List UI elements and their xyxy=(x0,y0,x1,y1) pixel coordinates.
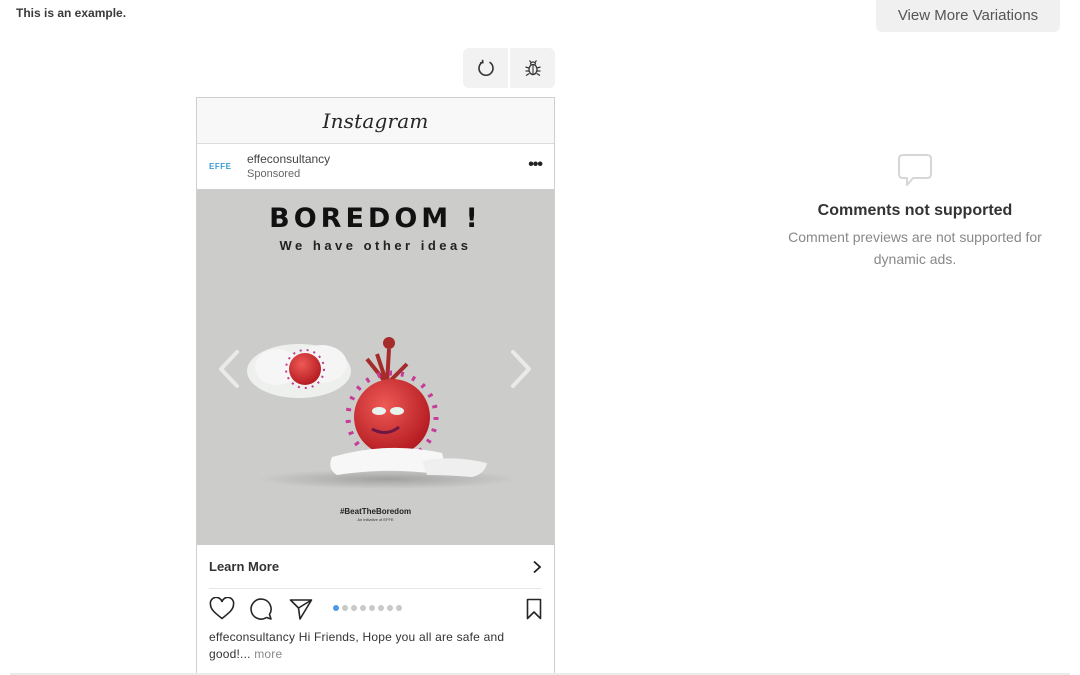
instagram-ad-preview: Instagram EFFE effeconsultancy Sponsored… xyxy=(196,97,555,675)
carousel-dot xyxy=(369,605,375,611)
post-caption: effeconsultancy Hi Friends, Hope you all… xyxy=(197,629,554,663)
save-button[interactable] xyxy=(526,598,542,625)
media-subhead: We have other ideas xyxy=(279,238,472,253)
report-bug-button[interactable] xyxy=(510,48,555,88)
more-options-icon[interactable]: ••• xyxy=(528,156,543,174)
bug-icon xyxy=(524,60,541,77)
post-actions xyxy=(197,589,554,629)
media-initiative: An initiative of EFFE xyxy=(357,517,394,522)
carousel-dot xyxy=(387,605,393,611)
carousel-dot xyxy=(378,605,384,611)
comment-icon xyxy=(250,598,272,620)
media-headline: BOREDOM ! xyxy=(269,203,482,234)
send-icon xyxy=(289,599,313,620)
learn-more-cta[interactable]: Learn More xyxy=(209,545,542,589)
heart-icon xyxy=(209,597,235,620)
carousel-next-arrow[interactable] xyxy=(509,349,533,389)
instagram-header: Instagram xyxy=(197,98,554,144)
caption-more-link[interactable]: more xyxy=(254,647,282,661)
comments-title: Comments not supported xyxy=(817,202,1013,219)
refresh-button[interactable] xyxy=(463,48,508,88)
carousel-prev-arrow[interactable] xyxy=(217,349,241,389)
sponsored-label: Sponsored xyxy=(247,168,301,180)
ad-preview-page: This is an example. View More Variations xyxy=(0,0,1080,675)
carousel-dot xyxy=(351,605,357,611)
comments-description: Comment previews are not supported for d… xyxy=(788,229,1042,267)
speech-bubble-icon xyxy=(898,154,932,186)
comments-panel: Comments not supported Comment previews … xyxy=(770,152,1060,270)
comment-button[interactable] xyxy=(249,597,275,621)
preview-toolbar xyxy=(463,48,555,88)
chevron-right-icon xyxy=(533,560,542,573)
share-button[interactable] xyxy=(289,597,315,621)
cta-label: Learn More xyxy=(209,559,280,574)
caption-username[interactable]: effeconsultancy xyxy=(209,630,295,644)
carousel-dot-active xyxy=(333,605,339,611)
ad-media: BOREDOM ! We have other ideas #BeatTheBo… xyxy=(197,189,554,545)
carousel-indicator xyxy=(333,605,402,611)
account-logo: EFFE xyxy=(209,162,232,171)
carousel-dot xyxy=(396,605,402,611)
carousel-dot xyxy=(360,605,366,611)
post-header: EFFE effeconsultancy Sponsored ••• xyxy=(197,144,554,189)
carousel-dot xyxy=(342,605,348,611)
instagram-logo: Instagram xyxy=(322,108,429,133)
refresh-icon xyxy=(477,59,494,76)
like-button[interactable] xyxy=(209,597,235,621)
account-username[interactable]: effeconsultancy xyxy=(247,152,330,167)
bookmark-icon xyxy=(526,598,542,620)
view-more-variations-button[interactable]: View More Variations xyxy=(876,0,1060,32)
media-hashtag: #BeatTheBoredom xyxy=(339,507,412,516)
virus-illustration xyxy=(247,337,517,489)
example-label: This is an example. xyxy=(16,6,127,20)
